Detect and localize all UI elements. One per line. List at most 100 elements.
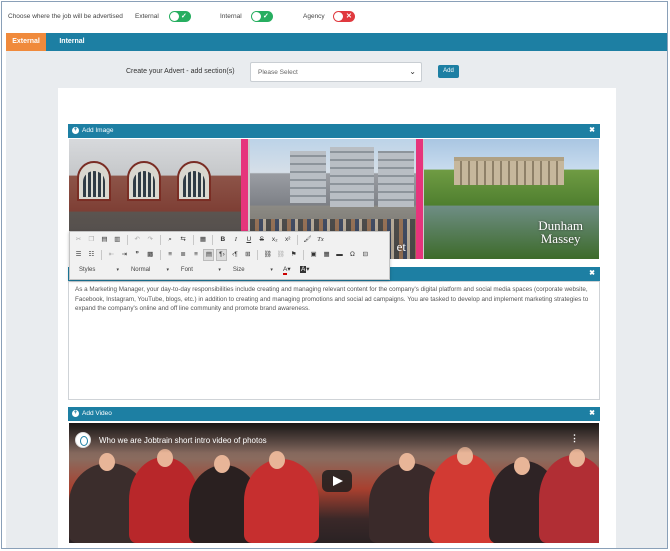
indent-icon[interactable]: ⇥ <box>120 250 129 260</box>
advertise-prompt: Choose where the job will be advertised <box>8 13 123 20</box>
remove-text-section-button[interactable]: ✖ <box>589 269 595 277</box>
job-advert-builder: Choose where the job will be advertised … <box>1 1 668 549</box>
align-right-icon[interactable]: ≡ <box>192 250 201 260</box>
link-icon[interactable]: ⛓ <box>263 250 272 260</box>
unlink-icon[interactable]: ⛓ <box>276 250 285 260</box>
person <box>244 459 319 543</box>
bulleted-list-icon[interactable]: ☷ <box>87 250 96 260</box>
check-icon: ✓ <box>263 13 269 20</box>
chevron-down-icon: ▾ <box>218 267 221 273</box>
rich-text-editor[interactable]: As a Marketing Manager, your day-to-day … <box>68 281 600 400</box>
anchor-flag-icon[interactable]: ⚑ <box>289 250 298 260</box>
strikethrough-icon[interactable]: S <box>257 235 266 245</box>
size-combo[interactable]: Size ▾ <box>228 265 275 275</box>
copy-icon[interactable]: ❐ <box>87 235 96 245</box>
tab-bar: External Internal <box>6 33 667 51</box>
italic-icon[interactable]: I <box>231 235 240 245</box>
toolbar-separator <box>192 235 194 245</box>
image-icon[interactable]: ▣ <box>309 250 318 260</box>
language-icon[interactable]: ⊞ <box>243 250 252 260</box>
toggle-label-external: External <box>135 13 159 20</box>
stately-house <box>454 157 564 185</box>
toggle-external[interactable]: ✓ <box>169 11 191 22</box>
tab-external[interactable]: External <box>6 33 46 51</box>
redo-icon[interactable]: ↷ <box>146 235 155 245</box>
table-icon[interactable]: ▦ <box>322 250 331 260</box>
copy-format-icon[interactable]: 🖌 <box>303 235 312 245</box>
chevron-down-icon: ⌄ <box>409 67 416 76</box>
align-justify-icon[interactable]: ▤ <box>203 249 215 261</box>
font-combo[interactable]: Font ▾ <box>176 265 223 275</box>
find-icon[interactable]: ⌕ <box>166 235 175 245</box>
toggle-label-internal: Internal <box>220 13 242 20</box>
play-icon[interactable] <box>322 470 352 492</box>
face <box>214 455 230 473</box>
cut-icon[interactable]: ✂ <box>74 235 83 245</box>
toolbar-separator <box>303 250 305 260</box>
remove-image-section-button[interactable]: ✖ <box>589 126 595 134</box>
plus-circle-icon: + <box>72 410 79 417</box>
subscript-icon[interactable]: x₂ <box>270 235 279 245</box>
video-player[interactable]: Who we are Jobtrain short intro video of… <box>69 423 599 543</box>
toolbar-separator <box>126 235 128 245</box>
chevron-down-icon: ▾ <box>116 267 119 273</box>
channel-avatar-icon[interactable] <box>75 432 91 448</box>
replace-icon[interactable]: ⇆ <box>179 235 188 245</box>
align-left-icon[interactable]: ≡ <box>166 250 175 260</box>
superscript-icon[interactable]: x² <box>283 235 292 245</box>
section-select[interactable]: Please Select ⌄ <box>250 62 422 82</box>
underline-icon[interactable]: U <box>244 235 253 245</box>
numbered-list-icon[interactable]: ☰ <box>74 250 83 260</box>
tab-internal[interactable]: Internal <box>50 33 94 51</box>
align-center-icon[interactable]: ≣ <box>179 250 188 260</box>
page-break-icon[interactable]: ⊟ <box>361 250 370 260</box>
advert-body-text[interactable]: As a Marketing Manager, your day-to-day … <box>75 285 595 314</box>
horizontal-line-icon[interactable]: ▬ <box>335 250 344 260</box>
outdent-icon[interactable]: ⇤ <box>107 250 116 260</box>
face <box>399 453 415 471</box>
photo-divider <box>416 139 423 259</box>
background-color-icon[interactable]: A▾ <box>298 265 312 275</box>
section-picker-label: Create your Advert - add section(s) <box>126 68 235 75</box>
arch-window <box>127 161 161 201</box>
toolbar-separator <box>100 250 102 260</box>
font-combo-label: Font <box>180 267 193 273</box>
video-title[interactable]: Who we are Jobtrain short intro video of… <box>99 436 267 445</box>
add-section-button[interactable]: Add <box>438 65 459 78</box>
undo-icon[interactable]: ↶ <box>133 235 142 245</box>
toggle-knob <box>334 12 343 21</box>
image-section-title: Add Image <box>82 127 114 134</box>
toggle-internal[interactable]: ✓ <box>251 11 273 22</box>
toolbar-separator <box>212 235 214 245</box>
styles-combo[interactable]: Styles ▾ <box>74 265 121 275</box>
bold-icon[interactable]: B <box>218 235 227 245</box>
format-combo[interactable]: Normal ▾ <box>126 265 171 275</box>
overlay-text-line: Massey <box>540 231 581 246</box>
remove-format-icon[interactable]: Tx <box>316 235 325 245</box>
toolbar-row-1: ✂ ❐ ▤ ▥ ↶ ↷ ⌕ ⇆ ▦ B I U S x₂ x² 🖌 Tx <box>74 235 388 247</box>
paste-icon[interactable]: ▤ <box>100 235 109 245</box>
building <box>290 151 326 203</box>
styles-combo-label: Styles <box>79 267 96 273</box>
toggle-knob <box>170 12 179 21</box>
format-combo-label: Normal <box>130 267 151 273</box>
ltr-icon[interactable]: ¶› <box>216 249 228 261</box>
chevron-down-icon: ▾ <box>166 267 169 273</box>
advertise-channel-row: Choose where the job will be advertised … <box>8 11 658 25</box>
rtl-icon[interactable]: ‹¶ <box>230 250 239 260</box>
toggle-agency[interactable]: ✕ <box>333 11 355 22</box>
div-container-icon[interactable]: ▩ <box>146 250 155 260</box>
spellcheck-icon[interactable]: ▦ <box>198 235 207 245</box>
arch-window <box>177 161 211 201</box>
toggle-label-agency: Agency <box>303 13 325 20</box>
special-char-icon[interactable]: Ω <box>348 250 357 260</box>
blockquote-icon[interactable]: ❞ <box>133 250 142 260</box>
building <box>330 147 374 207</box>
arch-window <box>77 161 111 201</box>
paste-word-icon[interactable]: ▥ <box>113 235 122 245</box>
text-color-icon[interactable]: A▾ <box>280 265 294 275</box>
close-icon: ✕ <box>346 13 352 20</box>
remove-video-section-button[interactable]: ✖ <box>589 409 595 417</box>
video-section-title: Add Video <box>82 410 112 417</box>
more-vert-icon[interactable]: ⋮ <box>570 433 579 444</box>
